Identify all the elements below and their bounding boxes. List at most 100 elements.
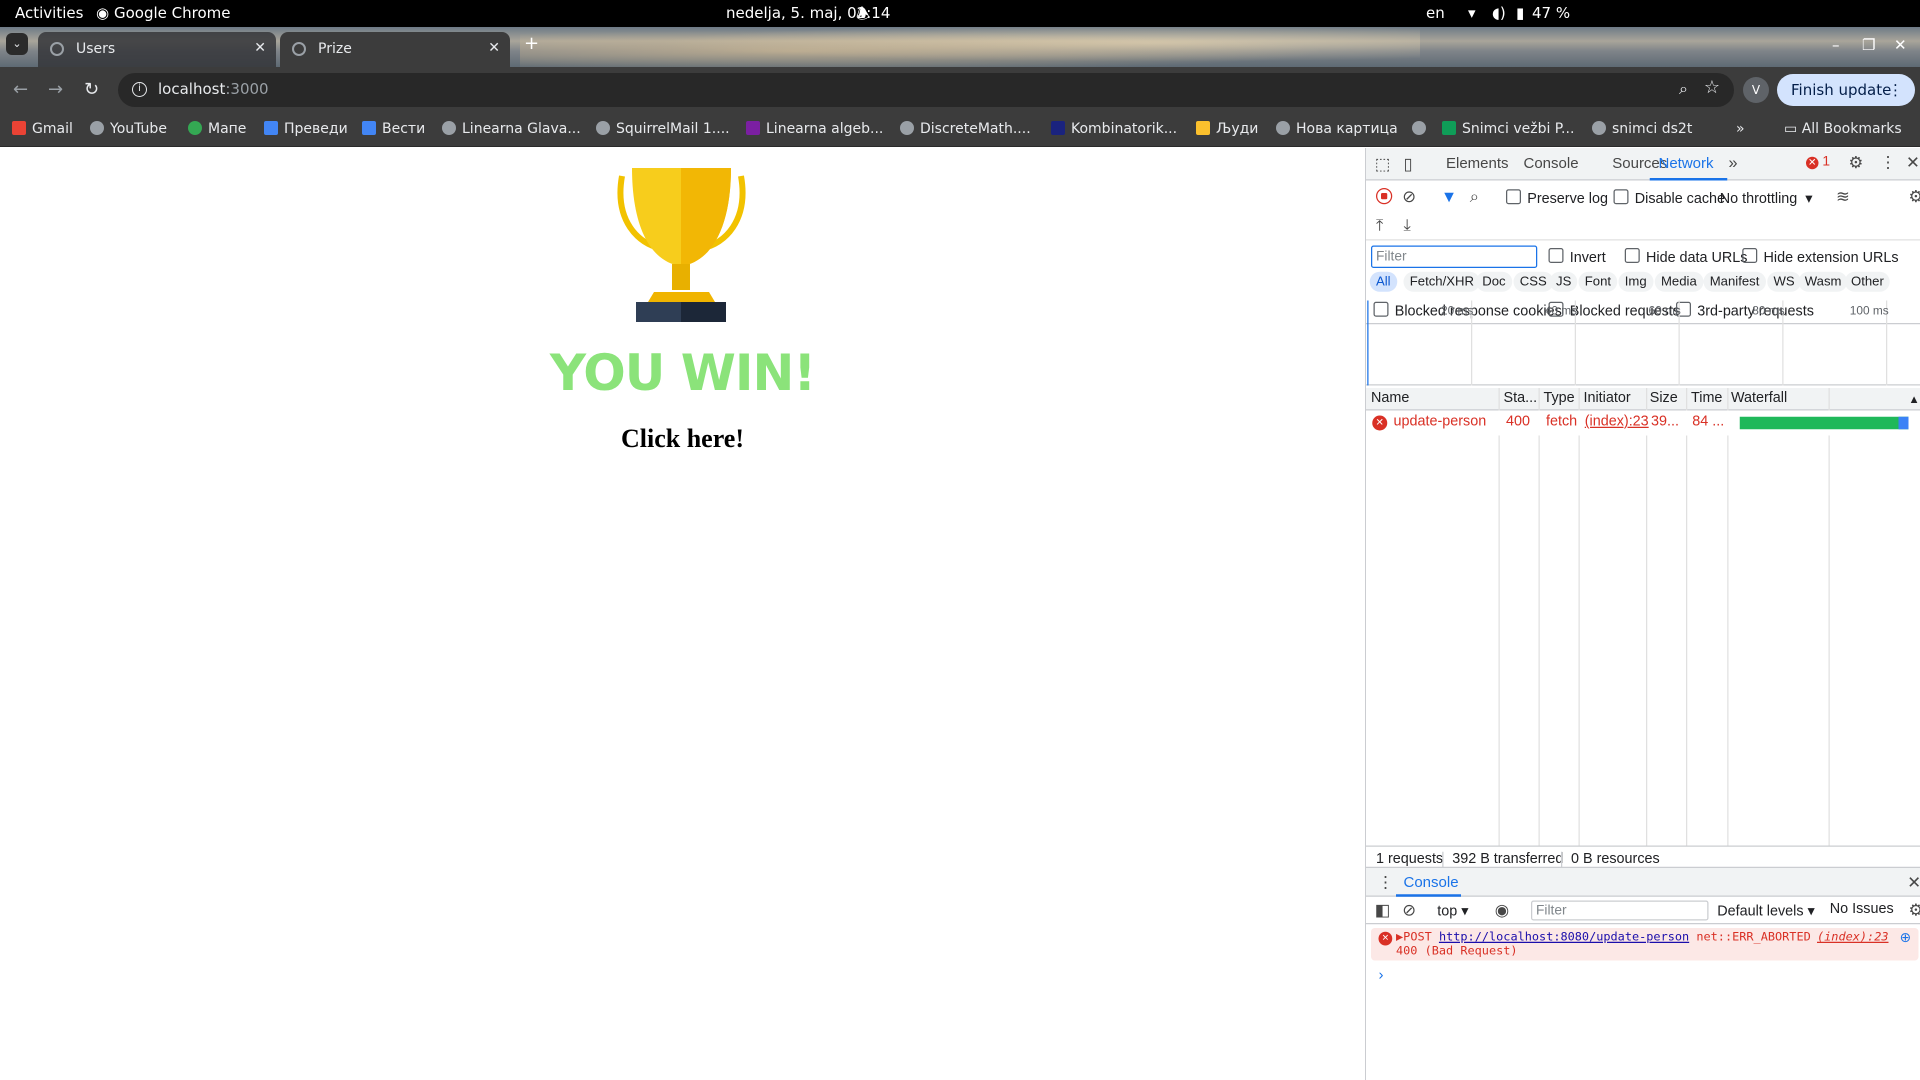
type-filter-fetch-xhr[interactable]: Fetch/XHR (1403, 271, 1481, 292)
zoom-icon[interactable]: ⌕ (1679, 79, 1688, 99)
site-info-icon[interactable]: i (132, 82, 147, 97)
network-overview-timeline[interactable]: 20 ms 40 ms 60 ms 80 ms 100 ms (1366, 300, 1920, 386)
tab-search-button[interactable]: ⌄ (6, 33, 28, 55)
close-tab-icon[interactable]: ✕ (254, 40, 266, 56)
more-bookmarks-chevron-icon[interactable]: » (1736, 121, 1745, 137)
network-settings-gear-icon[interactable]: ⚙ (1909, 187, 1920, 207)
bookmark-linearna-glava[interactable]: Linearna Glava... (442, 121, 581, 137)
import-har-icon[interactable]: ⤒ (1376, 216, 1383, 236)
battery-icon[interactable]: ▮ (1516, 4, 1524, 22)
bookmark-snimci-vezbi[interactable]: Snimci vežbi P... (1442, 121, 1574, 137)
all-bookmarks-button[interactable]: ▭ All Bookmarks (1784, 121, 1902, 137)
type-filter-css[interactable]: CSS (1513, 271, 1553, 292)
url-text[interactable]: localhost:3000 (158, 80, 269, 98)
search-icon[interactable]: ⌕ (1470, 187, 1479, 207)
table-row[interactable]: ✕ update-person 400 fetch (index):23 39.… (1366, 410, 1920, 436)
tab-network[interactable]: Network (1659, 154, 1714, 172)
minimize-icon[interactable]: – (1832, 36, 1840, 54)
click-here-link[interactable]: Click here! (0, 424, 1365, 454)
column-type[interactable]: Type (1544, 391, 1575, 406)
tab-users[interactable]: Users ✕ (38, 32, 276, 67)
type-filter-font[interactable]: Font (1578, 271, 1618, 292)
back-arrow-icon[interactable]: ← (13, 79, 28, 100)
log-levels-select[interactable]: Default levels ▾ (1717, 902, 1815, 919)
bookmark-squirrelmail[interactable]: SquirrelMail 1.... (596, 121, 730, 137)
request-initiator-link[interactable]: (index):23 (1585, 414, 1649, 429)
console-error-message[interactable]: ✕ ▶POST http://localhost:8080/update-per… (1371, 928, 1919, 961)
bookmark-snimci-ds2t[interactable]: snimci ds2t (1592, 121, 1692, 137)
tab-prize[interactable]: Prize ✕ (280, 32, 510, 67)
column-time[interactable]: Time (1691, 391, 1722, 406)
close-tab-icon[interactable]: ✕ (488, 40, 500, 56)
invert-checkbox[interactable]: Invert (1549, 248, 1606, 266)
type-filter-doc[interactable]: Doc (1476, 271, 1512, 292)
preserve-log-checkbox[interactable]: Preserve log (1506, 189, 1608, 207)
bookmark-kombinatorik[interactable]: Kombinatorik... (1051, 121, 1177, 137)
bookmark-gmail[interactable]: Gmail (12, 121, 73, 137)
forward-arrow-icon[interactable]: → (48, 79, 63, 100)
issues-counter[interactable]: No Issues (1830, 902, 1894, 917)
console-settings-gear-icon[interactable]: ⚙ (1909, 901, 1920, 921)
network-panel-link-icon[interactable]: ⊕ (1899, 929, 1911, 945)
message-source-link[interactable]: (index):23 (1817, 931, 1889, 945)
console-filter-input[interactable]: Filter (1531, 900, 1709, 921)
network-filter-input[interactable]: Filter (1371, 245, 1538, 268)
waterfall-bar[interactable] (1739, 416, 1909, 430)
bookmark-untitled[interactable] (1412, 121, 1432, 137)
bookmark-translate[interactable]: Преведи (264, 121, 348, 137)
column-waterfall[interactable]: Waterfall (1731, 391, 1787, 406)
clear-console-icon[interactable]: ⊘ (1402, 901, 1416, 921)
network-conditions-icon[interactable]: ≋ (1836, 187, 1850, 207)
tab-console[interactable]: Console (1524, 154, 1579, 172)
drawer-menu-icon[interactable]: ⋮ (1377, 873, 1393, 893)
context-select[interactable]: top ▾ (1437, 902, 1468, 919)
console-prompt-chevron-icon[interactable]: › (1379, 966, 1384, 984)
volume-icon[interactable]: ◖) (1492, 4, 1506, 22)
bookmark-star-icon[interactable]: ☆ (1704, 77, 1720, 98)
error-count-badge[interactable]: ✕ 1 (1806, 154, 1830, 170)
tab-elements[interactable]: Elements (1446, 154, 1509, 172)
more-tabs-chevron-icon[interactable]: » (1729, 153, 1738, 172)
type-filter-img[interactable]: Img (1618, 271, 1653, 292)
wifi-icon[interactable]: ▾ (1468, 4, 1476, 22)
export-har-icon[interactable]: ⤓ (1404, 216, 1411, 236)
console-sidebar-icon[interactable]: ◧ (1375, 901, 1390, 921)
drawer-tab-console[interactable]: Console (1404, 873, 1459, 891)
column-name[interactable]: Name (1371, 391, 1409, 406)
throttling-select[interactable]: No throttling ▾ (1720, 189, 1813, 207)
bookmark-nova-kartica[interactable]: Нова картица (1276, 121, 1398, 137)
type-filter-ws[interactable]: WS (1767, 271, 1801, 292)
filter-funnel-icon[interactable]: ▼ (1441, 187, 1457, 206)
type-filter-all[interactable]: All (1369, 271, 1397, 292)
devtools-menu-icon[interactable]: ⋮ (1880, 153, 1896, 173)
bookmark-discretemath[interactable]: DiscreteMath.... (900, 121, 1031, 137)
inspect-element-icon[interactable]: ⬚ (1375, 154, 1390, 174)
column-status[interactable]: Sta... (1504, 391, 1538, 406)
hide-extension-urls-checkbox[interactable]: Hide extension URLs (1742, 248, 1899, 266)
settings-gear-icon[interactable]: ⚙ (1849, 153, 1864, 173)
live-expression-eye-icon[interactable]: ◉ (1495, 901, 1509, 921)
close-devtools-icon[interactable]: ✕ (1906, 153, 1920, 173)
type-filter-js[interactable]: JS (1549, 271, 1578, 292)
request-url-link[interactable]: http://localhost:8080/update-person (1439, 931, 1689, 945)
request-name[interactable]: update-person (1394, 414, 1487, 429)
disable-cache-checkbox[interactable]: Disable cache (1614, 189, 1725, 207)
hide-data-urls-checkbox[interactable]: Hide data URLs (1625, 248, 1747, 266)
type-filter-other[interactable]: Other (1844, 271, 1891, 292)
new-tab-button[interactable]: + (524, 33, 539, 54)
bookmark-ljudi[interactable]: Људи (1196, 121, 1258, 137)
profile-avatar[interactable]: V (1743, 77, 1769, 103)
column-initiator[interactable]: Initiator (1584, 391, 1631, 406)
bookmark-linearna-algeb[interactable]: Linearna algeb... (746, 121, 883, 137)
close-drawer-icon[interactable]: ✕ (1907, 873, 1920, 893)
column-size[interactable]: Size (1650, 391, 1678, 406)
stop-recording-icon[interactable] (1376, 188, 1393, 205)
language-indicator[interactable]: en (1426, 4, 1445, 22)
maximize-icon[interactable]: ❐ (1862, 36, 1875, 54)
address-bar[interactable]: i localhost:3000 ⌕ ☆ (118, 73, 1734, 107)
bookmark-maps[interactable]: Мапе (188, 121, 246, 137)
clear-icon[interactable]: ⊘ (1402, 187, 1416, 207)
sort-ascending-icon[interactable]: ▲ (1909, 393, 1920, 406)
device-toolbar-icon[interactable]: ▯ (1404, 154, 1413, 174)
type-filter-media[interactable]: Media (1654, 271, 1704, 292)
